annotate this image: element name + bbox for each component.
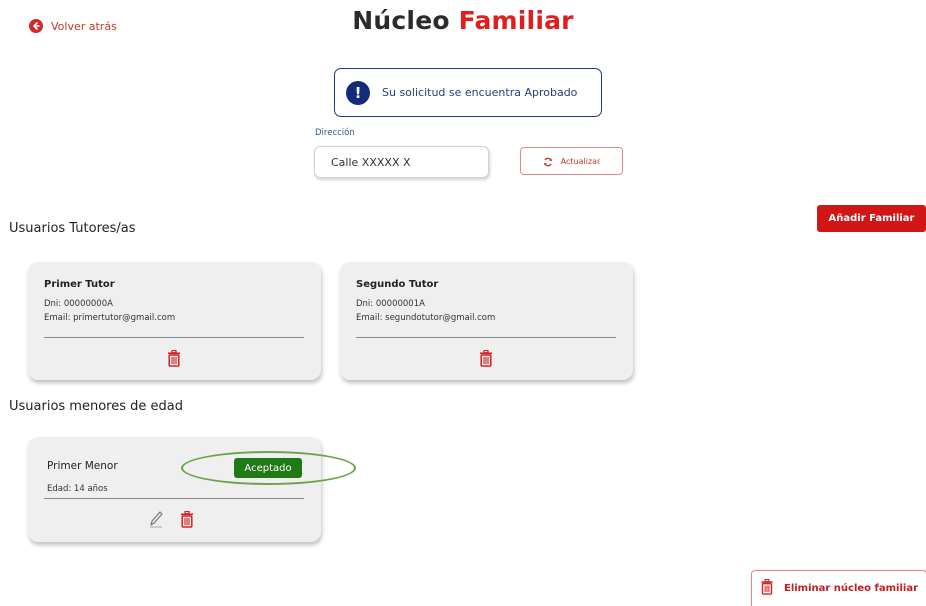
address-label: Dirección (315, 128, 355, 138)
card-divider (44, 498, 304, 499)
page-title-part2: Familiar (458, 6, 574, 35)
minor-age: Edad: 14 años (47, 484, 108, 494)
status-badge: Aceptado (234, 458, 302, 478)
tutors-section-title: Usuarios Tutores/as (9, 221, 136, 236)
minor-card-1: Primer Menor Aceptado Edad: 14 años (28, 437, 356, 542)
tutor-card-1: Primer Tutor Dni: 00000000A Email: prime… (28, 262, 321, 380)
minor-name: Primer Menor (47, 460, 118, 472)
card-divider (44, 337, 304, 338)
address-input[interactable] (314, 146, 489, 178)
page-title: Núcleo Familiar (0, 6, 926, 35)
trash-icon[interactable] (167, 349, 181, 371)
minors-section-title: Usuarios menores de edad (9, 399, 183, 414)
tutor-card-2: Segundo Tutor Dni: 00000001A Email: segu… (340, 262, 633, 380)
delete-nucleus-label: Eliminar núcleo familiar (783, 583, 919, 594)
tutor-name: Primer Tutor (44, 279, 115, 290)
tutor-name: Segundo Tutor (356, 279, 439, 290)
delete-nucleus-button[interactable]: Eliminar núcleo familiar (751, 570, 926, 606)
page-title-part1: Núcleo (352, 6, 450, 35)
status-notice-text: Su solicitud se encuentra Aprobado (382, 86, 578, 99)
card-divider (356, 337, 616, 338)
status-notice: ! Su solicitud se encuentra Aprobado (334, 68, 602, 117)
pencil-icon[interactable] (148, 510, 164, 532)
tutor-email: Email: segundotutor@gmail.com (356, 313, 496, 323)
update-button-label: Actualizar (560, 156, 601, 166)
tutor-dni: Dni: 00000000A (44, 299, 113, 309)
add-family-button[interactable]: Añadir Familiar (817, 205, 926, 232)
trash-icon[interactable] (180, 510, 194, 532)
tutor-email: Email: primertutor@gmail.com (44, 313, 176, 323)
trash-icon[interactable] (479, 349, 493, 371)
update-button[interactable]: Actualizar (520, 147, 623, 175)
exclamation-icon: ! (346, 80, 370, 105)
tutor-dni: Dni: 00000001A (356, 299, 425, 309)
refresh-icon (543, 152, 553, 171)
trash-icon (760, 578, 774, 599)
